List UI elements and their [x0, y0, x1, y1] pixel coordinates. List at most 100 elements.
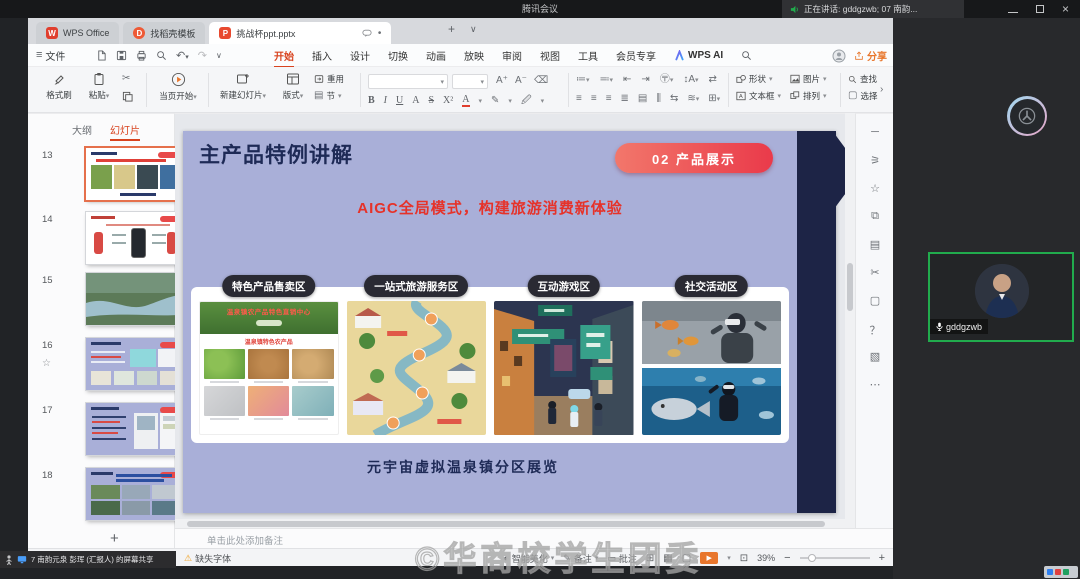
new-slide-button-ribbon[interactable]: 新建幻灯片▾: [214, 72, 272, 101]
highlight-button[interactable]: ✎: [491, 96, 499, 106]
menu-view[interactable]: 视图: [540, 48, 560, 63]
align-left-icon[interactable]: ≡: [576, 94, 582, 104]
menu-wps-ai[interactable]: WPS AI: [674, 50, 723, 61]
menu-design[interactable]: 设计: [350, 48, 370, 63]
layers-icon[interactable]: ⧉: [856, 210, 894, 223]
star-icon[interactable]: ☆: [42, 358, 51, 369]
vertical-scrollbar[interactable]: [845, 113, 855, 528]
effects-icon[interactable]: ✂: [856, 266, 894, 279]
justify-icon[interactable]: ≣: [621, 94, 629, 104]
menu-transition[interactable]: 切换: [388, 48, 408, 63]
format-painter-button[interactable]: 格式刷: [40, 72, 78, 101]
save-icon[interactable]: [116, 50, 127, 61]
play-from-current-button[interactable]: 当页开始▾: [152, 72, 204, 102]
decrease-font-icon[interactable]: A⁻: [515, 76, 527, 86]
tab-wps-home[interactable]: W WPS Office: [36, 22, 119, 44]
vertical-scrollbar-handle[interactable]: [847, 263, 853, 311]
reuse-button[interactable]: 重用: [314, 73, 344, 85]
increase-font-icon[interactable]: A⁺: [496, 76, 508, 86]
select-button[interactable]: ▢ 选择: [848, 90, 877, 102]
increase-indent-icon[interactable]: ⇥: [641, 75, 649, 85]
menu-home[interactable]: 开始: [274, 48, 294, 63]
italic-button[interactable]: I: [384, 95, 387, 106]
menu-member[interactable]: 会员专享: [616, 48, 656, 63]
quickbar-chevron-icon[interactable]: ∨: [216, 51, 222, 60]
settings-sliders-icon[interactable]: ⚞: [856, 154, 894, 167]
horizontal-scrollbar[interactable]: [175, 519, 845, 528]
layout-button[interactable]: 版式▾: [276, 72, 310, 101]
redo-icon[interactable]: ↷: [198, 49, 207, 62]
print-preview-icon[interactable]: [156, 50, 167, 61]
line-spacing-icon[interactable]: ↕A▾: [683, 75, 698, 85]
font-size-select[interactable]: ▾: [452, 74, 488, 89]
maximize-button[interactable]: [1036, 5, 1044, 13]
text-direction-icon[interactable]: ⇄: [709, 75, 717, 85]
zoom-slider[interactable]: [800, 557, 870, 559]
picture-button[interactable]: 图片▾: [790, 73, 827, 85]
comment-icon[interactable]: [362, 29, 372, 38]
crop-frame-icon[interactable]: ▢: [856, 294, 894, 307]
phonetic-icon[interactable]: 〶▾: [660, 75, 674, 85]
horizontal-scrollbar-handle[interactable]: [187, 521, 825, 527]
new-doc-icon[interactable]: [96, 50, 107, 61]
share-button[interactable]: 分享: [854, 48, 887, 63]
superscript-button[interactable]: X²: [443, 95, 453, 106]
image-tools-icon[interactable]: ▤: [856, 238, 894, 251]
strikethrough-button[interactable]: S: [428, 95, 434, 106]
zoom-level[interactable]: 39%: [757, 553, 775, 563]
textbox-button[interactable]: A 文本框▾: [736, 90, 781, 102]
align-center-icon[interactable]: ≡: [591, 94, 597, 104]
add-slide-button[interactable]: +: [110, 530, 119, 547]
help-icon[interactable]: ？: [856, 322, 894, 338]
play-options-chevron-icon[interactable]: ▾: [727, 554, 731, 562]
zoom-out-button[interactable]: −: [784, 552, 790, 564]
font-color-button[interactable]: A: [462, 94, 469, 107]
clear-format-icon[interactable]: ⌫: [534, 76, 548, 86]
indent-left-icon[interactable]: ⇆: [670, 94, 678, 104]
find-button[interactable]: 查找: [848, 73, 877, 85]
tab-presentation[interactable]: P 挑战杯ppt.pptx •: [209, 22, 391, 44]
undo-icon[interactable]: ↶▾: [176, 49, 189, 62]
menu-insert[interactable]: 插入: [312, 48, 332, 63]
bullet-list-icon[interactable]: ≔▾: [576, 75, 590, 85]
bold-button[interactable]: B: [368, 95, 375, 106]
table-icon[interactable]: ⊞▾: [708, 94, 720, 104]
avatar-icon[interactable]: [832, 49, 846, 63]
copy-icon[interactable]: [122, 91, 133, 102]
shapes-button[interactable]: 形状▾: [736, 73, 781, 85]
paste-button[interactable]: 粘贴▾: [82, 72, 116, 101]
fullscreen-icon[interactable]: ⊡: [740, 553, 748, 564]
menu-slideshow[interactable]: 放映: [464, 48, 484, 63]
tab-slides[interactable]: 幻灯片: [110, 122, 140, 141]
more-icon[interactable]: ⋯: [856, 378, 894, 391]
ribbon-expand-chevron-icon[interactable]: ›: [880, 85, 883, 95]
paragraph-settings-icon[interactable]: ≋▾: [687, 94, 699, 104]
star-resources-icon[interactable]: ☆: [856, 182, 894, 195]
menu-review[interactable]: 审阅: [502, 48, 522, 63]
char-border-button[interactable]: A: [412, 95, 419, 106]
play-slideshow-button[interactable]: ▶: [700, 552, 718, 564]
current-slide[interactable]: 主产品特例讲解 02 产品展示 AIGC全局模式，构建旅游消费新体验 特色产品售…: [183, 131, 836, 513]
arrange-button[interactable]: 排列▾: [790, 90, 827, 102]
cut-icon[interactable]: ✂: [122, 74, 133, 84]
missing-font-warning[interactable]: ⚠ 缺失字体: [184, 552, 231, 565]
collapse-handle-icon[interactable]: ─: [856, 126, 894, 138]
distribute-icon[interactable]: ▤: [638, 94, 647, 104]
underline-button[interactable]: U: [396, 95, 403, 106]
number-list-icon[interactable]: ≕▾: [600, 75, 614, 85]
decrease-indent-icon[interactable]: ⇤: [623, 75, 631, 85]
section-button[interactable]: ▤ 节▾: [314, 90, 344, 102]
tab-list-chevron-icon[interactable]: ∨: [470, 25, 477, 34]
print-icon[interactable]: [136, 50, 147, 61]
menu-tools[interactable]: 工具: [578, 48, 598, 63]
font-name-select[interactable]: ▾: [368, 74, 448, 89]
zoom-in-button[interactable]: +: [879, 552, 885, 564]
participant-video-tile[interactable]: gddgzwb: [928, 252, 1074, 342]
columns-icon[interactable]: ⫼: [656, 94, 661, 104]
tab-docer-templates[interactable]: D 找稻壳模板: [123, 22, 205, 44]
tab-outline[interactable]: 大纲: [72, 122, 92, 137]
new-tab-button[interactable]: +: [448, 23, 455, 35]
file-menu[interactable]: ≡ 文件: [36, 44, 65, 67]
minimize-button[interactable]: [1008, 4, 1018, 13]
close-button[interactable]: ×: [1062, 1, 1069, 17]
